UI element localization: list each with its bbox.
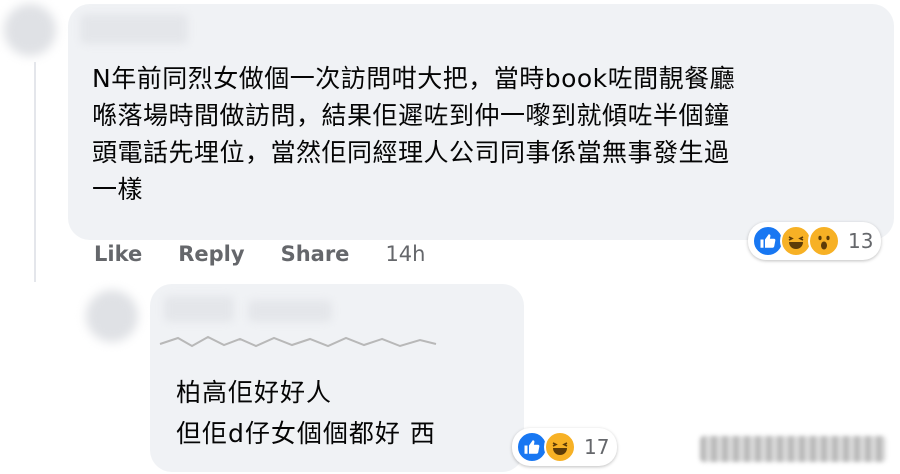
comment-actions: Like Reply Share 14h	[94, 242, 425, 266]
reaction-count: 17	[584, 435, 610, 459]
reply-text: 柏高佢好好人 但佢d仔女個個都好 西	[176, 378, 436, 448]
reaction-count: 13	[848, 229, 874, 253]
replier-name-redacted-2	[248, 300, 332, 322]
comment-text: N年前同烈女做個一次訪問咁大把，當時book咗間靚餐廳 喺落場時間做訪問，結果佢…	[92, 64, 736, 204]
replier-avatar[interactable]	[86, 290, 138, 342]
comment-timestamp[interactable]: 14h	[385, 242, 425, 266]
like-button[interactable]: Like	[94, 242, 142, 266]
blurred-watermark	[700, 436, 886, 462]
haha-icon	[544, 431, 576, 463]
thread-connector-line	[34, 62, 36, 282]
replier-name-redacted[interactable]	[164, 296, 234, 322]
commenter-avatar[interactable]	[4, 4, 56, 56]
commenter-name-redacted[interactable]	[80, 14, 188, 44]
wow-icon	[808, 225, 840, 257]
share-button[interactable]: Share	[281, 242, 350, 266]
reaction-summary[interactable]: 13	[748, 222, 882, 260]
reaction-summary[interactable]: 17	[512, 428, 618, 466]
redaction-scribble	[159, 335, 437, 348]
reply-button[interactable]: Reply	[178, 242, 244, 266]
reply-bubble: 柏高佢好好人 但佢d仔女個個都好 西	[150, 284, 524, 472]
comment-bubble: N年前同烈女做個一次訪問咁大把，當時book咗間靚餐廳 喺落場時間做訪問，結果佢…	[68, 4, 894, 240]
